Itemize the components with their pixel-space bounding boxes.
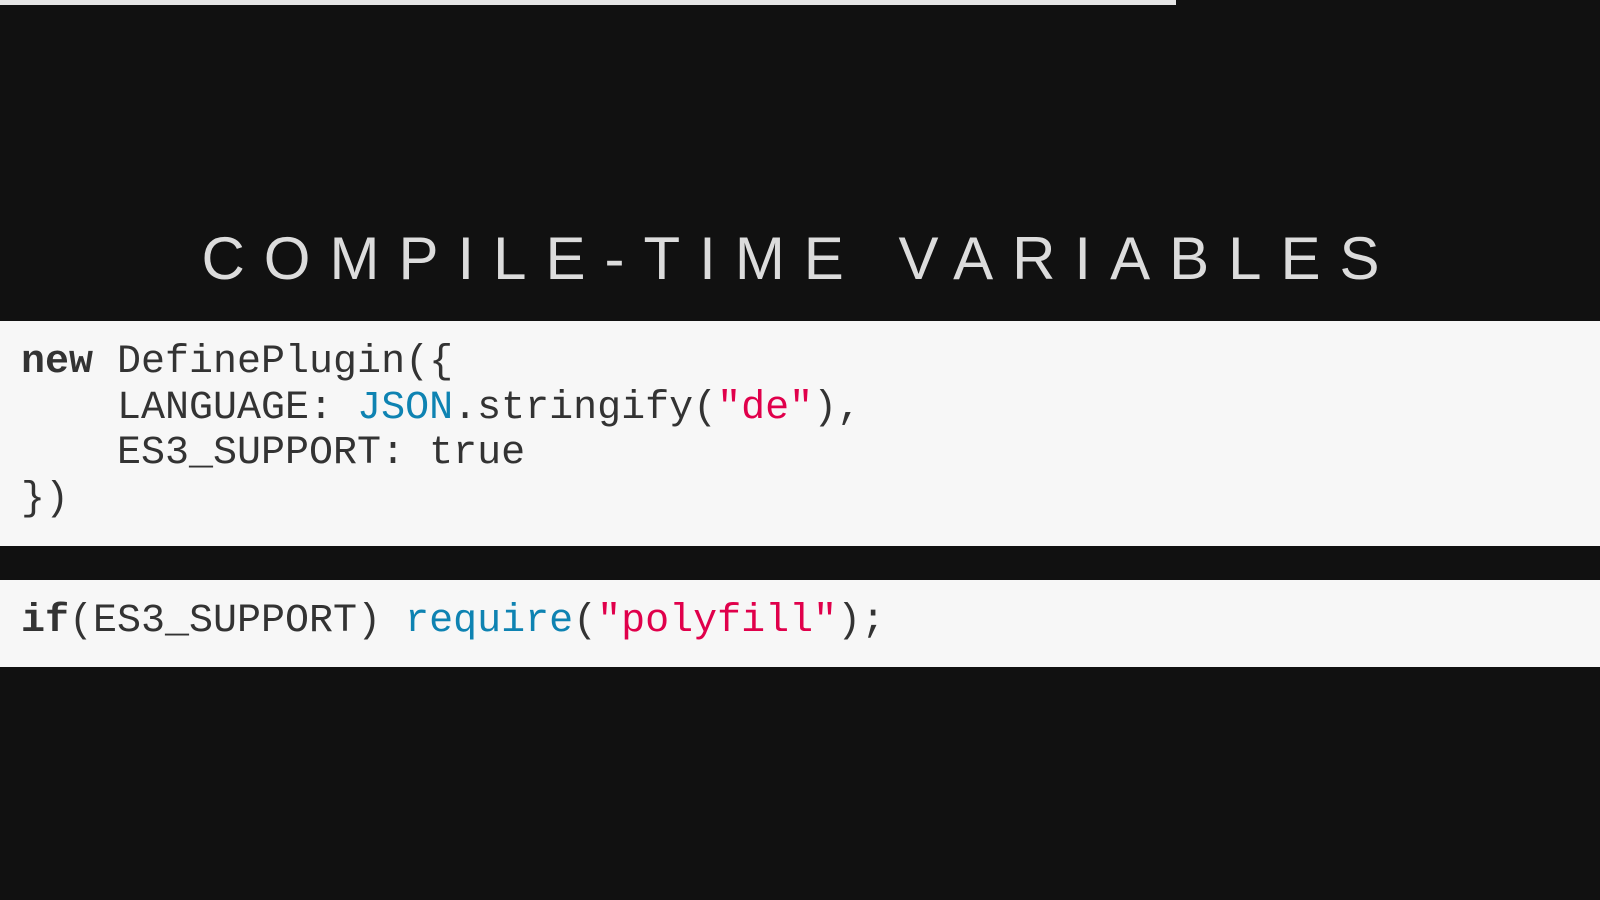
code-block-require-polyfill: if(ES3_SUPPORT) require("polyfill"); — [0, 580, 1600, 667]
code-token-keyword: new — [21, 340, 94, 385]
code-token-plain: }) — [21, 476, 70, 522]
code-token-plain: ), — [813, 385, 862, 431]
code-token-keyword: if — [21, 599, 70, 644]
code-token-plain: ); — [837, 599, 886, 644]
slide-title: COMPILE-TIME VARIABLES — [201, 225, 1399, 292]
code-line: ES3_SUPPORT: true — [21, 431, 1600, 477]
progress-bar-fill — [0, 0, 1176, 5]
code-line: if(ES3_SUPPORT) require("polyfill"); — [21, 599, 1600, 645]
code-token-plain: ( — [573, 599, 598, 644]
code-line: LANGUAGE: JSON.stringify("de"), — [21, 386, 1600, 432]
code-token-string: "de" — [717, 385, 814, 431]
code-token-builtin: require — [405, 599, 574, 644]
code-token-plain: LANGUAGE: — [21, 385, 358, 431]
code-token-plain: DefinePlugin({ — [93, 340, 454, 385]
code-token-plain: (ES3_SUPPORT) — [69, 599, 406, 644]
progress-bar — [0, 0, 1600, 5]
code-block-define-plugin: new DefinePlugin({ LANGUAGE: JSON.string… — [0, 321, 1600, 546]
code-token-plain: .stringify( — [453, 385, 718, 431]
slide: COMPILE-TIME VARIABLES new DefinePlugin(… — [0, 0, 1600, 900]
code-token-builtin: JSON — [357, 385, 454, 431]
code-line: new DefinePlugin({ — [21, 340, 1600, 386]
code-token-string: "polyfill" — [597, 599, 838, 644]
code-token-plain: ES3_SUPPORT: true — [21, 431, 526, 476]
code-line: }) — [21, 477, 1600, 523]
